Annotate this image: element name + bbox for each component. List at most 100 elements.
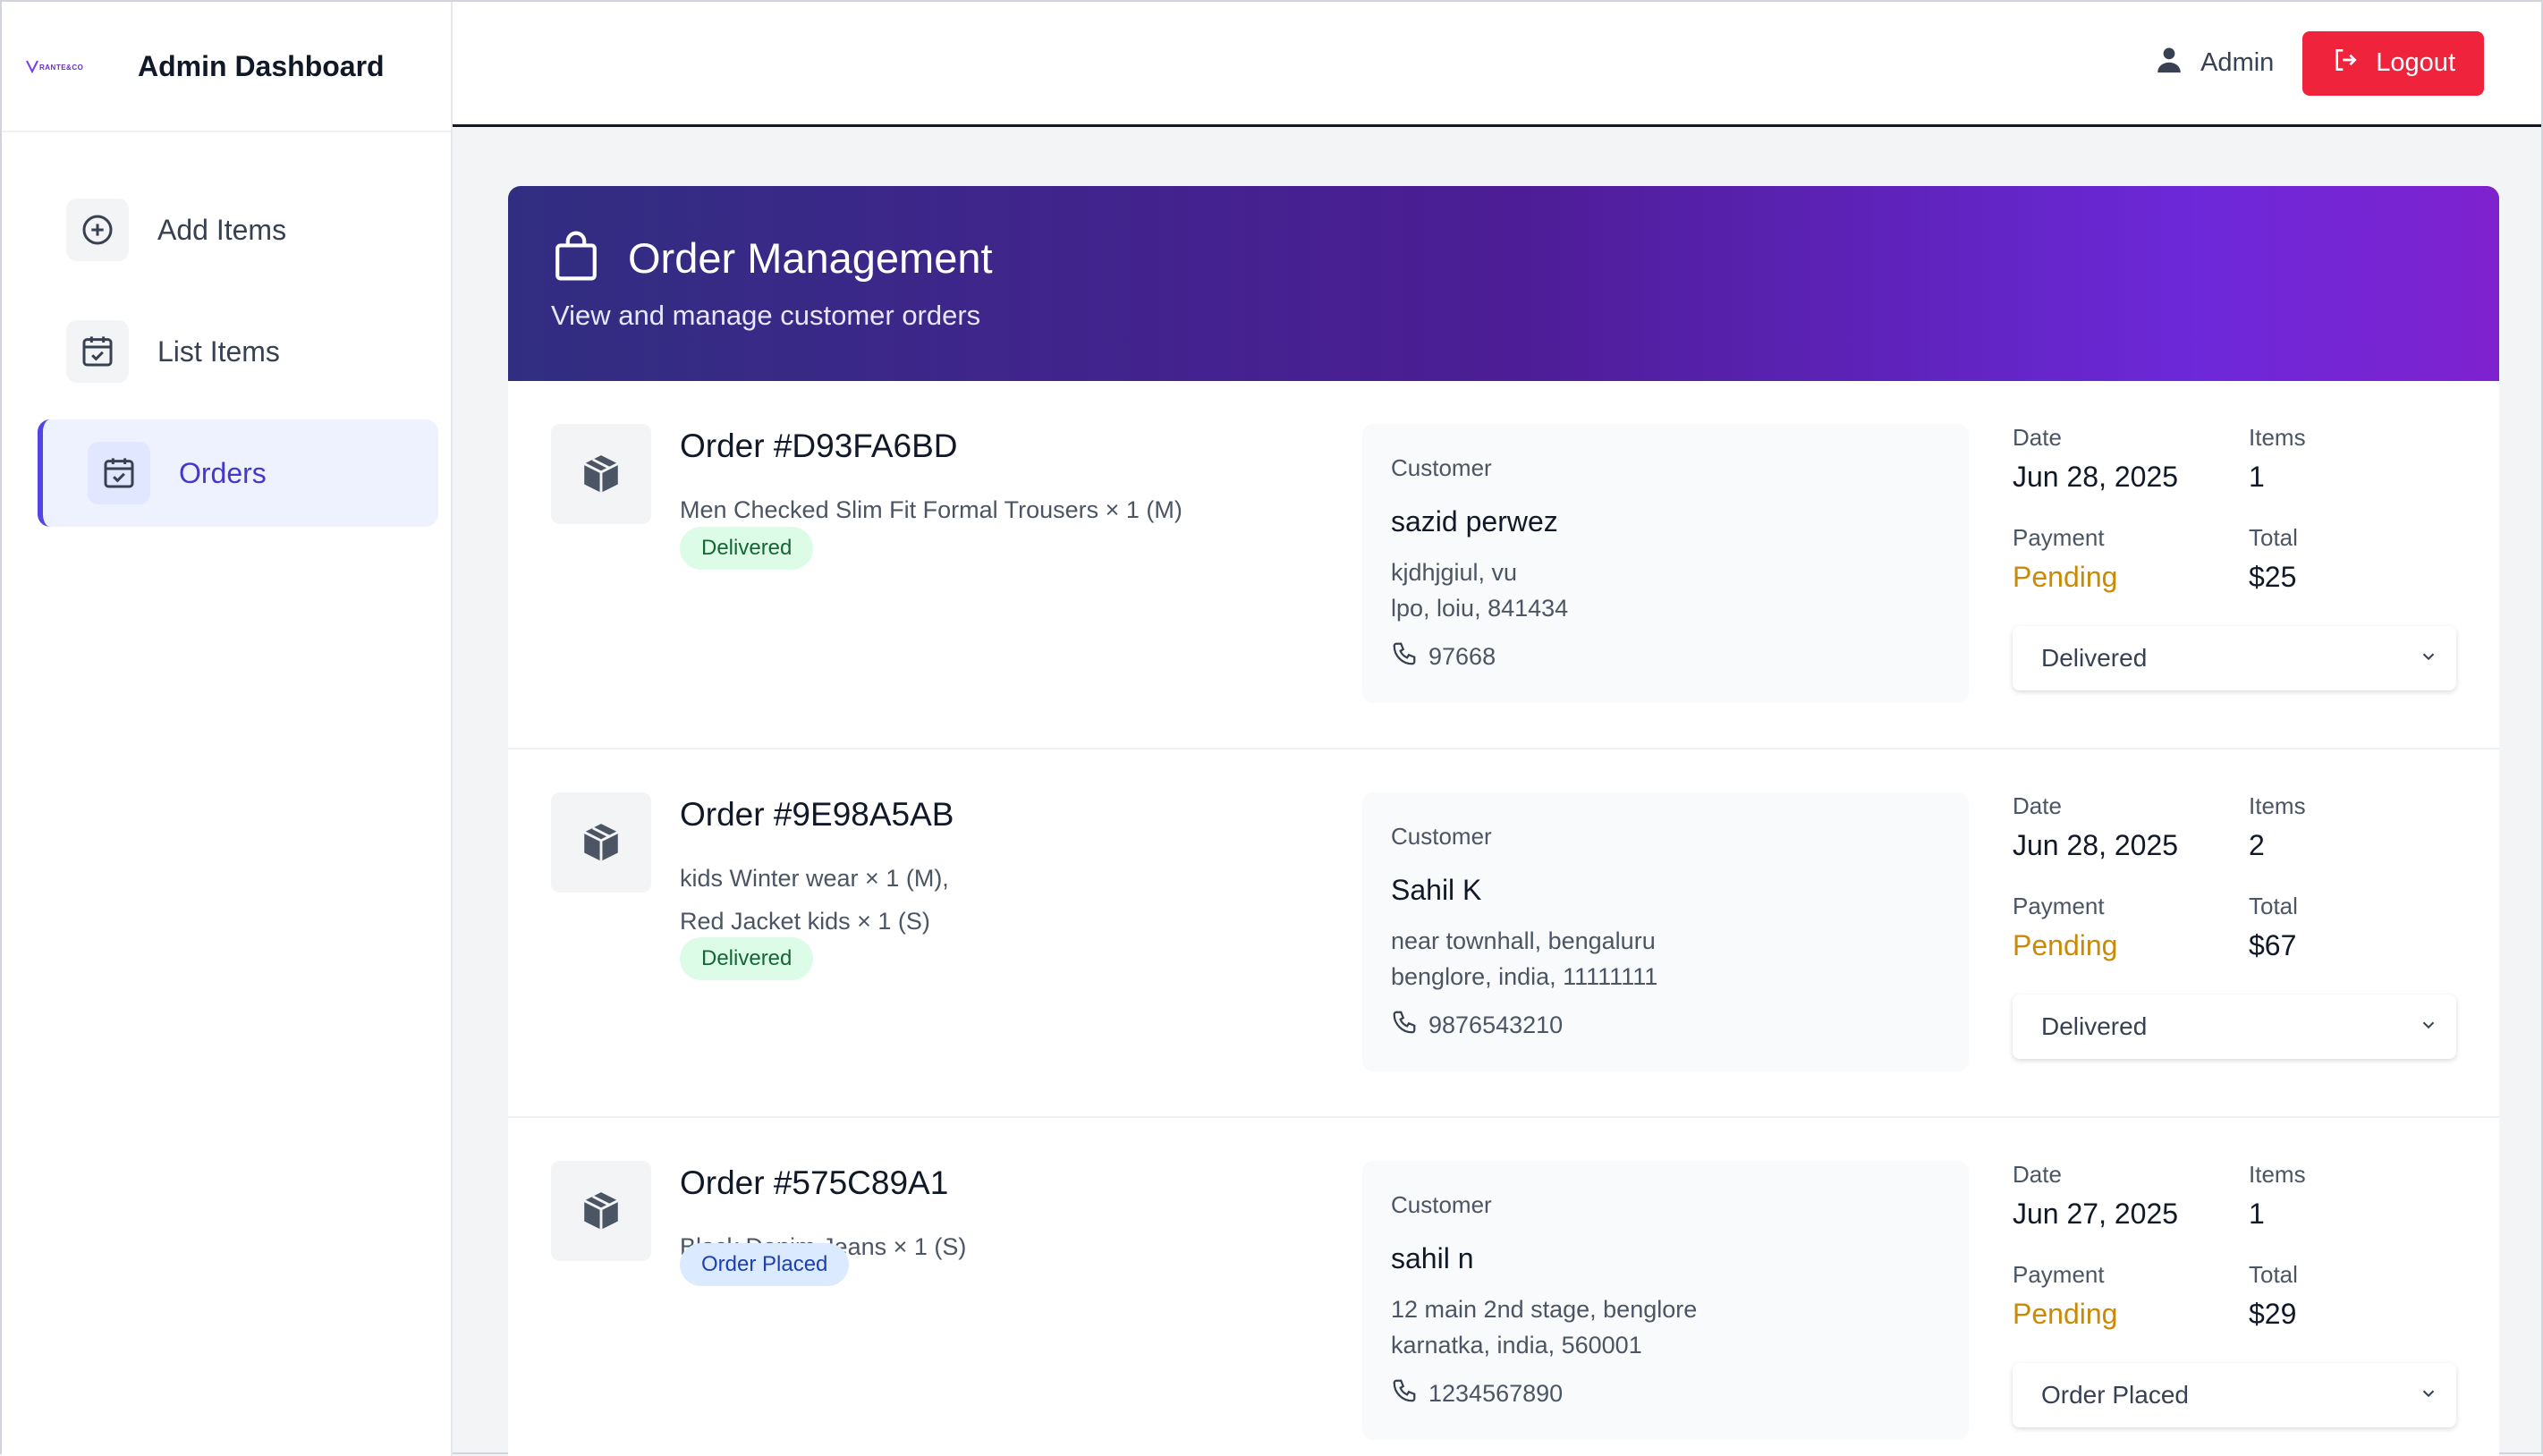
- chevron-down-icon: [2419, 1012, 2438, 1041]
- customer-card: Customer Sahil K near townhall, bengalur…: [1362, 792, 1969, 1071]
- order-date: Jun 28, 2025: [2013, 461, 2179, 493]
- order-meta: Date Jun 28, 2025 Items 1 Payment Pending T…: [2013, 424, 2460, 690]
- address-line-1: kjdhjgiul, vu: [1391, 559, 1518, 586]
- calendar-check-icon: [66, 320, 129, 383]
- order-items: Men Checked Slim Fit Formal Trousers × 1…: [680, 488, 1182, 531]
- order-id: Order #D93FA6BD: [680, 427, 958, 464]
- status-select-value: Delivered: [2041, 1012, 2148, 1040]
- total-label: Total: [2249, 893, 2298, 919]
- status-badge: Delivered: [680, 937, 814, 980]
- order-item-line: Men Checked Slim Fit Formal Trousers × 1…: [680, 496, 1182, 523]
- phone-icon: [1391, 1377, 1418, 1410]
- brand-title: Admin Dashboard: [138, 49, 385, 82]
- logout-button[interactable]: Logout: [2302, 30, 2484, 96]
- customer-card: Customer sahil n 12 main 2nd stage, beng…: [1362, 1161, 1969, 1440]
- phone-number: 97668: [1428, 643, 1496, 670]
- user-icon: [2154, 45, 2184, 82]
- order-meta: Date Jun 27, 2025 Items 1 Payment Pending T…: [2013, 1161, 2460, 1427]
- status-badge: Delivered: [680, 527, 814, 570]
- status-select[interactable]: Delivered: [2013, 995, 2456, 1059]
- payment-label: Payment: [2013, 893, 2105, 919]
- chevron-down-icon: [2419, 1381, 2438, 1409]
- page-header: Order Management View and manage custome…: [508, 186, 2499, 381]
- status-select-value: Delivered: [2041, 644, 2148, 672]
- items-label: Items: [2249, 792, 2306, 819]
- order-row: Order #575C89A1 Black Denim Jeans × 1 (S…: [508, 1118, 2499, 1456]
- payment-label: Payment: [2013, 1261, 2105, 1288]
- customer-label: Customer: [1391, 823, 1492, 850]
- package-icon: [551, 1161, 651, 1261]
- payment-label: Payment: [2013, 524, 2105, 551]
- customer-name: Sahil K: [1391, 874, 1482, 906]
- item-count: 1: [2249, 461, 2265, 493]
- user-label: Admin: [2200, 48, 2275, 77]
- items-label: Items: [2249, 424, 2306, 451]
- address-line-1: near townhall, bengaluru: [1391, 927, 1656, 954]
- logout-label: Logout: [2376, 48, 2455, 77]
- status-select[interactable]: Order Placed: [2013, 1363, 2456, 1427]
- items-label: Items: [2249, 1161, 2306, 1188]
- customer-address: 12 main 2nd stage, benglore karnatka, in…: [1391, 1291, 1940, 1363]
- orders-card: Order Management View and manage custome…: [508, 186, 2499, 1456]
- customer-phone: 97668: [1391, 640, 1940, 673]
- customer-phone: 9876543210: [1391, 1009, 1940, 1042]
- sidebar-nav: Add Items List Items Orders: [2, 176, 453, 541]
- main-content: Order Management View and manage custome…: [508, 186, 2499, 1456]
- item-count: 2: [2249, 829, 2265, 861]
- order-id: Order #9E98A5AB: [680, 796, 954, 833]
- user-menu[interactable]: Admin: [2154, 45, 2274, 82]
- phone-icon: [1391, 1009, 1418, 1042]
- phone-icon: [1391, 640, 1418, 673]
- customer-phone: 1234567890: [1391, 1377, 1940, 1410]
- address-line-2: lpo, loiu, 841434: [1391, 595, 1569, 622]
- customer-address: near townhall, bengaluru benglore, india…: [1391, 923, 1940, 995]
- order-date: Jun 28, 2025: [2013, 829, 2179, 861]
- sidebar-item-label: Add Items: [157, 213, 287, 246]
- order-item-line: kids Winter wear × 1 (M),: [680, 865, 949, 892]
- brand-logo[interactable]: RANTE&CO: [25, 57, 88, 75]
- payment-status: Pending: [2013, 1298, 2118, 1330]
- item-count: 1: [2249, 1198, 2265, 1230]
- sidebar-item-list-items[interactable]: List Items: [38, 298, 438, 405]
- svg-text:RANTE&CO: RANTE&CO: [39, 63, 83, 72]
- phone-number: 1234567890: [1428, 1380, 1564, 1407]
- package-icon: [551, 792, 651, 893]
- plus-circle-icon: [66, 199, 129, 261]
- sidebar-item-label: List Items: [157, 334, 280, 368]
- sidebar: RANTE&CO Admin Dashboard Add Items List …: [2, 2, 453, 1456]
- date-label: Date: [2013, 424, 2062, 451]
- address-line-2: benglore, india, 11111111: [1391, 963, 1658, 990]
- customer-name: sahil n: [1391, 1242, 1474, 1274]
- chevron-down-icon: [2419, 644, 2438, 673]
- customer-address: kjdhjgiul, vu lpo, loiu, 841434: [1391, 554, 1940, 626]
- sidebar-item-orders[interactable]: Orders: [38, 419, 438, 527]
- payment-status: Pending: [2013, 929, 2118, 961]
- status-badge: Order Placed: [680, 1243, 850, 1286]
- payment-status: Pending: [2013, 561, 2118, 593]
- order-items: kids Winter wear × 1 (M), Red Jacket kid…: [680, 857, 949, 943]
- order-meta: Date Jun 28, 2025 Items 2 Payment Pending T…: [2013, 792, 2460, 1059]
- address-line-1: 12 main 2nd stage, benglore: [1391, 1296, 1698, 1323]
- brand: RANTE&CO Admin Dashboard: [2, 2, 451, 132]
- order-total: $67: [2249, 929, 2297, 961]
- date-label: Date: [2013, 1161, 2062, 1188]
- page-title: Order Management: [628, 234, 993, 282]
- phone-number: 9876543210: [1428, 1012, 1564, 1038]
- customer-label: Customer: [1391, 1191, 1492, 1218]
- address-line-2: karnatka, india, 560001: [1391, 1332, 1642, 1359]
- total-label: Total: [2249, 1261, 2298, 1288]
- logout-icon: [2331, 46, 2360, 81]
- total-label: Total: [2249, 524, 2298, 551]
- sidebar-item-label: Orders: [179, 456, 267, 489]
- order-total: $29: [2249, 1298, 2297, 1330]
- order-date: Jun 27, 2025: [2013, 1198, 2179, 1230]
- order-total: $25: [2249, 561, 2297, 593]
- status-select[interactable]: Delivered: [2013, 626, 2456, 690]
- customer-card: Customer sazid perwez kjdhjgiul, vu lpo,…: [1362, 424, 1969, 703]
- app-window: RANTE&CO Admin Dashboard Add Items List …: [0, 0, 2543, 1456]
- calendar-check-icon: [88, 442, 150, 504]
- order-id: Order #575C89A1: [680, 1164, 949, 1201]
- page-subtitle: View and manage customer orders: [551, 300, 981, 331]
- customer-label: Customer: [1391, 454, 1492, 481]
- sidebar-item-add-items[interactable]: Add Items: [38, 176, 438, 284]
